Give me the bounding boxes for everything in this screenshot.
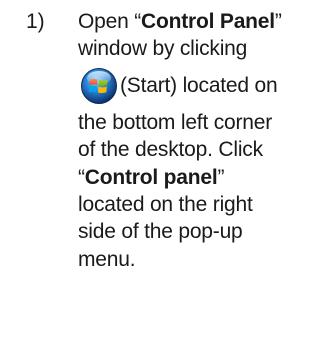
line-5: of the desktop. Click [78, 138, 263, 162]
step-text: Open “Control Panel” window by clicking [78, 8, 320, 273]
line-1-suffix: ” [274, 10, 282, 33]
line-6: “Control panel” [78, 164, 320, 191]
line-2: window by clicking [78, 37, 248, 61]
control-panel-emphasis: Control Panel [141, 10, 275, 33]
line-6-suffix: ” [217, 165, 225, 189]
instruction-step: 1) Open “Control Panel” window by clicki… [0, 0, 325, 343]
line-1: Open “Control Panel” [78, 8, 320, 35]
line-6-prefix: “ [78, 165, 85, 189]
line-4: the bottom left corner [78, 110, 273, 134]
line-1-prefix: Open “ [78, 10, 141, 33]
step-number: 1) [26, 10, 45, 33]
line-3: (Start) located on [78, 63, 320, 109]
line-8: side of the pop-up [78, 220, 243, 244]
line-9: menu. [78, 247, 136, 271]
windows-start-orb-icon [80, 67, 118, 105]
line-7: located on the right [78, 193, 253, 217]
line-3-text: (Start) located on [120, 74, 278, 98]
control-panel-link-emphasis: Control panel [84, 165, 218, 189]
